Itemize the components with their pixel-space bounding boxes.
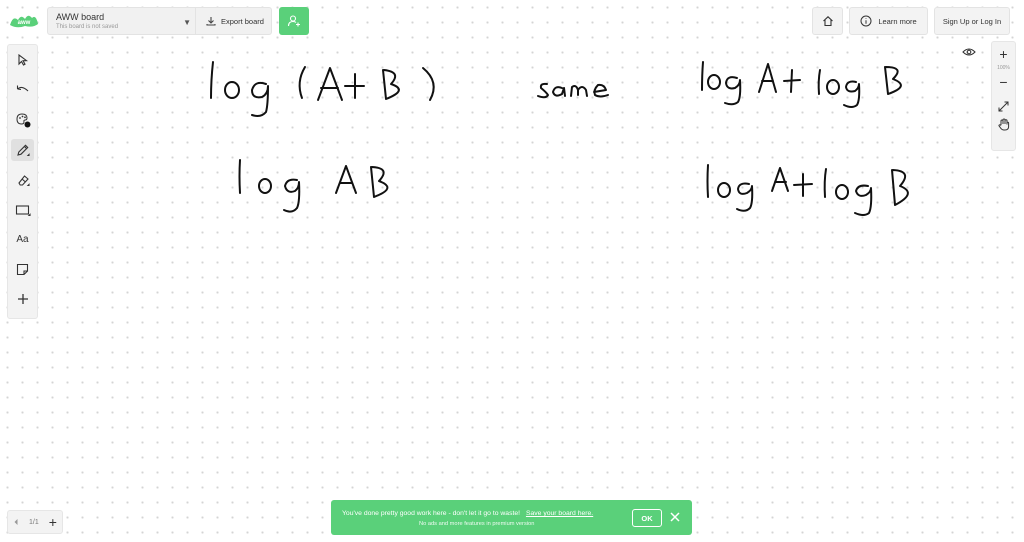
invite-user-button[interactable] [279,7,309,35]
hand-icon [997,117,1009,130]
handwriting-same [537,82,609,99]
banner-subtext: No ads and more features in premium vers… [419,521,535,527]
text-tool[interactable]: Aa [11,228,34,250]
add-icon [17,294,28,305]
eye-icon [962,48,976,56]
view-mode-toggle[interactable] [959,43,979,61]
add-user-icon [287,15,300,27]
save-board-link[interactable]: Save your board here. [526,510,593,517]
handwriting-log-ab [238,159,389,213]
banner-message-row: You've done pretty good work here - don'… [342,510,593,517]
board-info-panel: AWW board This board is not saved ▼ Expo… [47,7,272,35]
page-indicator: 1/1 [29,518,39,526]
chevron-down-icon: ▼ [183,18,191,27]
download-icon [206,17,216,26]
board-title-dropdown[interactable]: AWW board This board is not saved ▼ [48,8,191,34]
export-board-button[interactable]: Export board [196,16,264,26]
board-save-status: This board is not saved [56,24,119,30]
top-left-bar: aww [8,7,40,35]
home-button[interactable] [812,7,843,35]
expand-icon [998,101,1009,111]
shape-tool[interactable] [11,198,34,220]
save-board-banner: You've done pretty good work here - don'… [331,500,692,535]
handwriting-log-a-plus-log-b-2 [706,164,909,216]
left-toolbar: Aa [7,44,38,319]
export-board-label: Export board [221,16,264,26]
undo-icon [16,85,28,92]
more-tools-button[interactable] [11,288,34,310]
pan-tool-button[interactable] [994,115,1014,133]
text-tool-label: Aa [16,233,29,245]
aww-logo[interactable]: aww [8,7,40,35]
zoom-controls: + 100% − [991,41,1016,151]
learn-more-button[interactable]: Learn more [849,7,928,35]
zoom-out-button[interactable]: − [994,73,1014,91]
select-tool[interactable] [11,49,34,71]
eraser-tool[interactable] [11,169,34,191]
sign-up-login-button[interactable]: Sign Up or Log In [934,7,1010,35]
info-icon [860,15,872,27]
color-picker-tool[interactable] [11,109,34,131]
learn-more-label: Learn more [878,16,917,26]
whiteboard-canvas[interactable] [0,0,1024,542]
color-palette-icon [15,113,30,128]
pen-icon [16,144,30,156]
svg-text:aww: aww [18,20,31,26]
banner-message: You've done pretty good work here - don'… [342,510,521,517]
chevron-left-icon[interactable] [13,518,19,526]
zoom-in-button[interactable]: + [994,45,1014,63]
fit-to-screen-button[interactable] [994,97,1014,115]
handwriting-log-a-plus-log-b-1 [701,61,902,108]
select-icon [17,54,28,66]
pen-tool[interactable] [11,138,34,161]
close-icon[interactable] [668,510,682,524]
handwriting-log-a-plus-b [210,61,435,117]
zoom-level: 100% [997,65,1010,71]
sign-up-login-label: Sign Up or Log In [942,16,1002,26]
home-icon [822,16,833,27]
add-page-button[interactable]: + [49,514,57,530]
sticky-note-tool[interactable] [11,258,34,280]
board-name: AWW board [56,12,105,22]
sticky-note-icon [16,263,29,275]
undo-button[interactable] [11,79,34,101]
shape-rectangle-icon [15,205,31,216]
banner-ok-button[interactable]: OK [632,509,662,527]
eraser-icon [17,174,30,186]
page-navigator: 1/1 + [7,510,63,534]
